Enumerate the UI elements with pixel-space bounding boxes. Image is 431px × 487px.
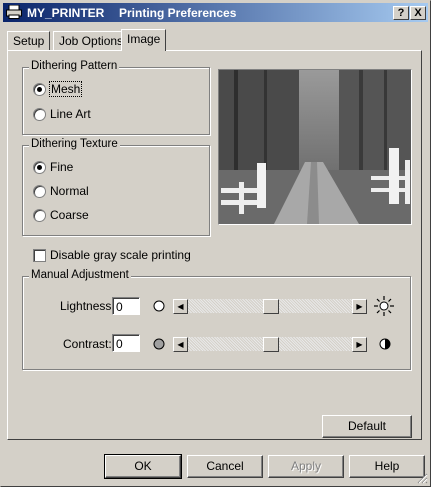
lightness-low-icon <box>153 300 165 312</box>
fine-radio[interactable] <box>33 161 46 174</box>
mesh-label[interactable]: Mesh <box>48 81 83 97</box>
ok-button[interactable]: OK <box>104 454 182 479</box>
contrast-left-arrow[interactable]: ◀ <box>173 337 188 352</box>
preview-photo <box>219 70 411 224</box>
window-title: Printing Preferences <box>119 6 237 20</box>
dithering-pattern-group: Dithering Pattern <box>22 60 210 135</box>
title-bar[interactable]: MY_PRINTER Printing Preferences ? X <box>3 3 428 22</box>
normal-radio[interactable] <box>33 185 46 198</box>
image-preview <box>218 69 412 225</box>
contrast-icon <box>379 338 391 350</box>
default-button[interactable]: Default <box>322 415 412 438</box>
manual-adjustment-group: Manual Adjustment <box>22 269 411 370</box>
cancel-button[interactable]: Cancel <box>187 455 263 478</box>
line-art-label[interactable]: Line Art <box>50 107 91 121</box>
lightness-input[interactable]: 0 <box>112 297 140 315</box>
printing-preferences-window: MY_PRINTER Printing Preferences ? X Setu… <box>0 0 431 487</box>
mesh-radio[interactable] <box>33 83 46 96</box>
coarse-label[interactable]: Coarse <box>50 208 89 222</box>
lightness-label: Lightness: <box>60 299 115 313</box>
contrast-label: Contrast: <box>63 337 112 351</box>
contrast-slider-thumb[interactable] <box>263 337 279 352</box>
contrast-right-arrow[interactable]: ▶ <box>352 337 367 352</box>
lightness-left-arrow[interactable]: ◀ <box>173 299 188 314</box>
disable-gray-checkbox[interactable] <box>33 249 46 262</box>
help-button[interactable]: Help <box>349 455 425 478</box>
disable-gray-label[interactable]: Disable gray scale printing <box>50 248 191 262</box>
window-app-name: MY_PRINTER <box>27 6 105 20</box>
dithering-texture-label: Dithering Texture <box>29 138 120 150</box>
tab-job-options[interactable]: Job Options <box>53 31 130 51</box>
manual-adjustment-label: Manual Adjustment <box>29 269 131 281</box>
lightness-right-arrow[interactable]: ▶ <box>352 299 367 314</box>
lightness-slider-thumb[interactable] <box>263 299 279 314</box>
tab-setup[interactable]: Setup <box>7 31 51 51</box>
apply-button[interactable]: Apply <box>268 455 344 478</box>
dithering-pattern-label: Dithering Pattern <box>29 60 120 72</box>
close-button[interactable]: X <box>410 6 426 20</box>
line-art-radio[interactable] <box>33 108 46 121</box>
sun-icon <box>374 296 394 316</box>
normal-label[interactable]: Normal <box>50 184 89 198</box>
contrast-input[interactable]: 0 <box>112 334 140 352</box>
resize-grip-icon[interactable] <box>416 472 428 484</box>
coarse-radio[interactable] <box>33 209 46 222</box>
fine-label[interactable]: Fine <box>50 160 73 174</box>
help-title-button[interactable]: ? <box>393 6 409 20</box>
printer-icon <box>6 5 22 19</box>
tab-image[interactable]: Image <box>121 29 167 51</box>
contrast-low-icon <box>153 338 165 350</box>
